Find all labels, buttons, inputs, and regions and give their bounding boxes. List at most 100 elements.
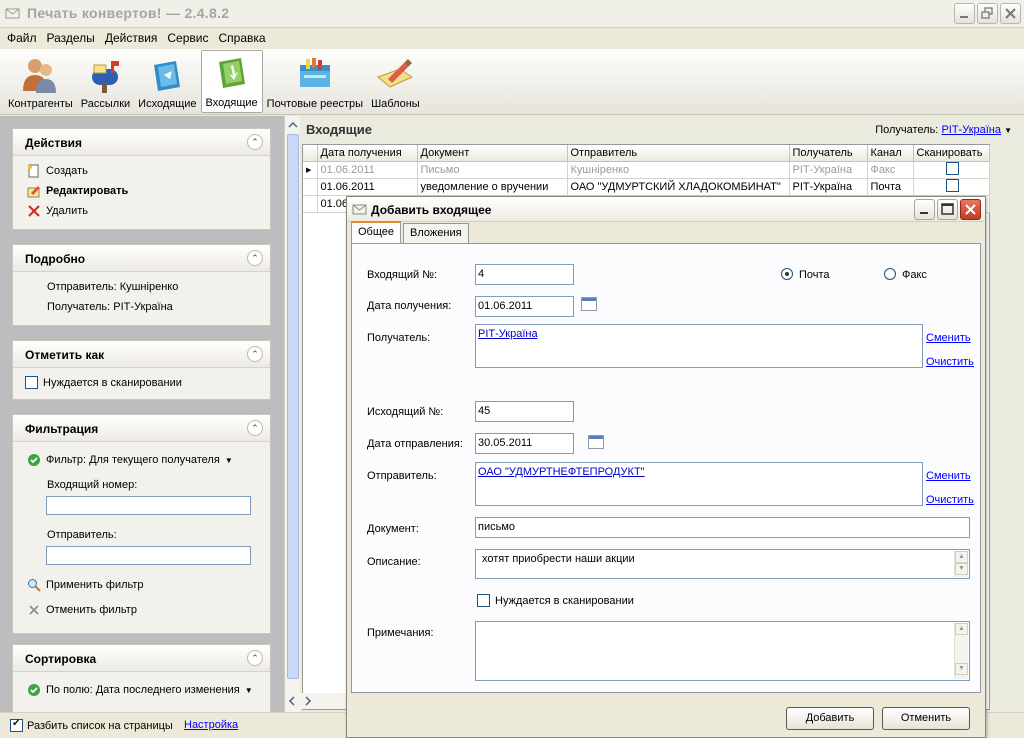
edit-action[interactable]: Редактировать (27, 184, 128, 198)
recipient-clear-link[interactable]: Очистить (926, 356, 974, 368)
toolbar-incoming[interactable]: Входящие (200, 50, 263, 113)
collapse-icon[interactable]: ⌃ (247, 134, 263, 150)
column-header[interactable]: Канал (867, 145, 914, 162)
channel-mail-radio[interactable] (781, 268, 793, 280)
restore-button[interactable] (977, 3, 998, 24)
mark-header[interactable]: Отметить как ⌃ (13, 341, 270, 368)
scroll-left-right-icons[interactable] (286, 693, 346, 709)
scan-checkbox[interactable] (946, 178, 959, 192)
menu-help[interactable]: Справка (213, 31, 270, 45)
details-recipient: Получатель: РІТ-Україна (47, 301, 173, 313)
sort-header[interactable]: Сортировка ⌃ (13, 645, 270, 672)
tab-general[interactable]: Общее (351, 221, 402, 243)
toolbar-outgoing[interactable]: Исходящие (134, 49, 200, 113)
scan-checkbox[interactable] (946, 161, 959, 175)
description-scrollbar[interactable]: ▲ ▼ (954, 551, 968, 577)
channel-fax-radio[interactable] (884, 268, 896, 280)
horizontal-scrollbar[interactable] (286, 693, 346, 709)
sender-filter-input[interactable] (46, 546, 251, 565)
channel-fax-label[interactable]: Факс (902, 269, 927, 281)
needs-scan-label[interactable]: Нуждается в сканировании (495, 595, 634, 607)
menu-file[interactable]: Файл (2, 31, 42, 45)
task-pane-scrollbar[interactable] (284, 116, 300, 712)
column-header[interactable]: Сканировать (913, 145, 990, 162)
close-icon (1005, 8, 1016, 19)
details-group: Подробно ⌃ Отправитель: Кушніренко Получ… (12, 244, 271, 326)
table-row[interactable]: ▶ 01.06.2011 Письмо Кушніренко РІТ-Украї… (303, 161, 990, 179)
new-document-icon (28, 164, 39, 178)
sender-clear-link[interactable]: Очистить (926, 494, 974, 506)
toolbar-mailings[interactable]: Рассылки (77, 49, 134, 113)
dialog-maximize-button[interactable] (937, 199, 958, 220)
outgoing-no-field[interactable]: 45 (475, 401, 574, 422)
recipient-link[interactable]: РІТ-Україна (941, 124, 1001, 136)
paginate-checkbox[interactable] (10, 718, 23, 732)
collapse-icon[interactable]: ⌃ (247, 250, 263, 266)
document-field[interactable]: письмо (475, 517, 970, 538)
settings-link[interactable]: Настройка (184, 719, 238, 731)
scroll-thumb[interactable] (287, 134, 299, 679)
recipient-field[interactable]: РІТ-Україна (475, 324, 923, 368)
collapse-icon[interactable]: ⌃ (247, 346, 263, 362)
send-date-field[interactable]: 30.05.2011 (475, 433, 574, 454)
needs-scan-checkbox[interactable] (477, 594, 490, 607)
menu-actions[interactable]: Действия (100, 31, 163, 45)
toolbar-templates[interactable]: Шаблоны (367, 49, 424, 113)
filter-header[interactable]: Фильтрация ⌃ (13, 415, 270, 442)
dialog-minimize-button[interactable] (914, 199, 935, 220)
chevron-down-icon: ▼ (244, 685, 253, 695)
templates-icon (377, 59, 414, 88)
channel-mail-label[interactable]: Почта (799, 269, 830, 281)
toolbar-registries[interactable]: Почтовые реестры (263, 49, 367, 113)
receive-date-field[interactable]: 01.06.2011 (475, 296, 574, 317)
column-header[interactable]: Дата получения (317, 145, 418, 162)
mailbox-icon (92, 61, 120, 93)
incoming-icon (218, 58, 245, 88)
sort-field-dropdown[interactable]: По полю: Дата последнего изменения ▼ (27, 683, 253, 697)
close-button[interactable] (1000, 3, 1021, 24)
toolbar-contacts[interactable]: Контрагенты (4, 49, 77, 113)
calendar-icon[interactable] (588, 435, 604, 449)
menu-service[interactable]: Сервис (162, 31, 213, 45)
column-header[interactable]: Получатель (789, 145, 868, 162)
scroll-up-icon[interactable] (286, 118, 300, 132)
minimize-icon (960, 16, 968, 18)
sender-change-link[interactable]: Сменить (926, 470, 971, 482)
tab-attachments[interactable]: Вложения (403, 223, 469, 243)
delete-action[interactable]: Удалить (27, 204, 88, 218)
create-action[interactable]: Создать (27, 164, 88, 178)
table-row[interactable]: 01.06.2011 уведомление о вручении ОАО "У… (303, 178, 990, 196)
apply-filter-action[interactable]: Применить фильтр (27, 578, 144, 592)
notes-scrollbar[interactable]: ▲ ▼ (954, 623, 968, 679)
recipient-change-link[interactable]: Сменить (926, 332, 971, 344)
column-header[interactable]: Отправитель (567, 145, 790, 162)
needs-scan-checkbox[interactable] (25, 376, 38, 389)
sender-field[interactable]: ОАО "УДМУРТНЕФТЕПРОДУКТ" (475, 462, 923, 506)
incoming-number-input[interactable] (46, 496, 251, 515)
add-incoming-dialog: Добавить входящее Общее Вложения Входящи… (346, 196, 986, 738)
paginate-toggle[interactable]: Разбить список на страницы (10, 718, 173, 732)
cancel-button[interactable]: Отменить (882, 707, 970, 730)
collapse-icon[interactable]: ⌃ (247, 650, 263, 666)
dialog-title-bar[interactable]: Добавить входящее (347, 197, 985, 222)
restore-icon (981, 7, 993, 19)
minimize-button[interactable] (954, 3, 975, 24)
filter-mode-dropdown[interactable]: Фильтр: Для текущего получателя ▼ (27, 453, 233, 467)
collapse-icon[interactable]: ⌃ (247, 420, 263, 436)
notes-field[interactable]: ▲ ▼ (475, 621, 970, 681)
list-header: Входящие Получатель: РІТ-Україна ▼ (300, 116, 1024, 144)
calendar-icon[interactable] (581, 297, 597, 311)
actions-header[interactable]: Действия ⌃ (13, 129, 270, 156)
cancel-filter-action[interactable]: Отменить фильтр (27, 603, 137, 617)
needs-scan-toggle[interactable]: Нуждается в сканировании (25, 376, 182, 389)
dialog-close-button[interactable] (960, 199, 981, 220)
description-field[interactable]: хотят приобрести наши акции ▲ ▼ (475, 549, 970, 579)
incoming-no-field[interactable]: 4 (475, 264, 574, 285)
recipient-selector[interactable]: Получатель: РІТ-Україна ▼ (875, 124, 1012, 136)
menu-sections[interactable]: Разделы (42, 31, 100, 45)
add-button[interactable]: Добавить (786, 707, 874, 730)
general-tab-panel: Входящий №: 4 Почта Факс Дата получения:… (351, 243, 981, 693)
menu-bar: Файл Разделы Действия Сервис Справка (0, 28, 1024, 48)
column-header[interactable]: Документ (417, 145, 568, 162)
details-header[interactable]: Подробно ⌃ (13, 245, 270, 272)
